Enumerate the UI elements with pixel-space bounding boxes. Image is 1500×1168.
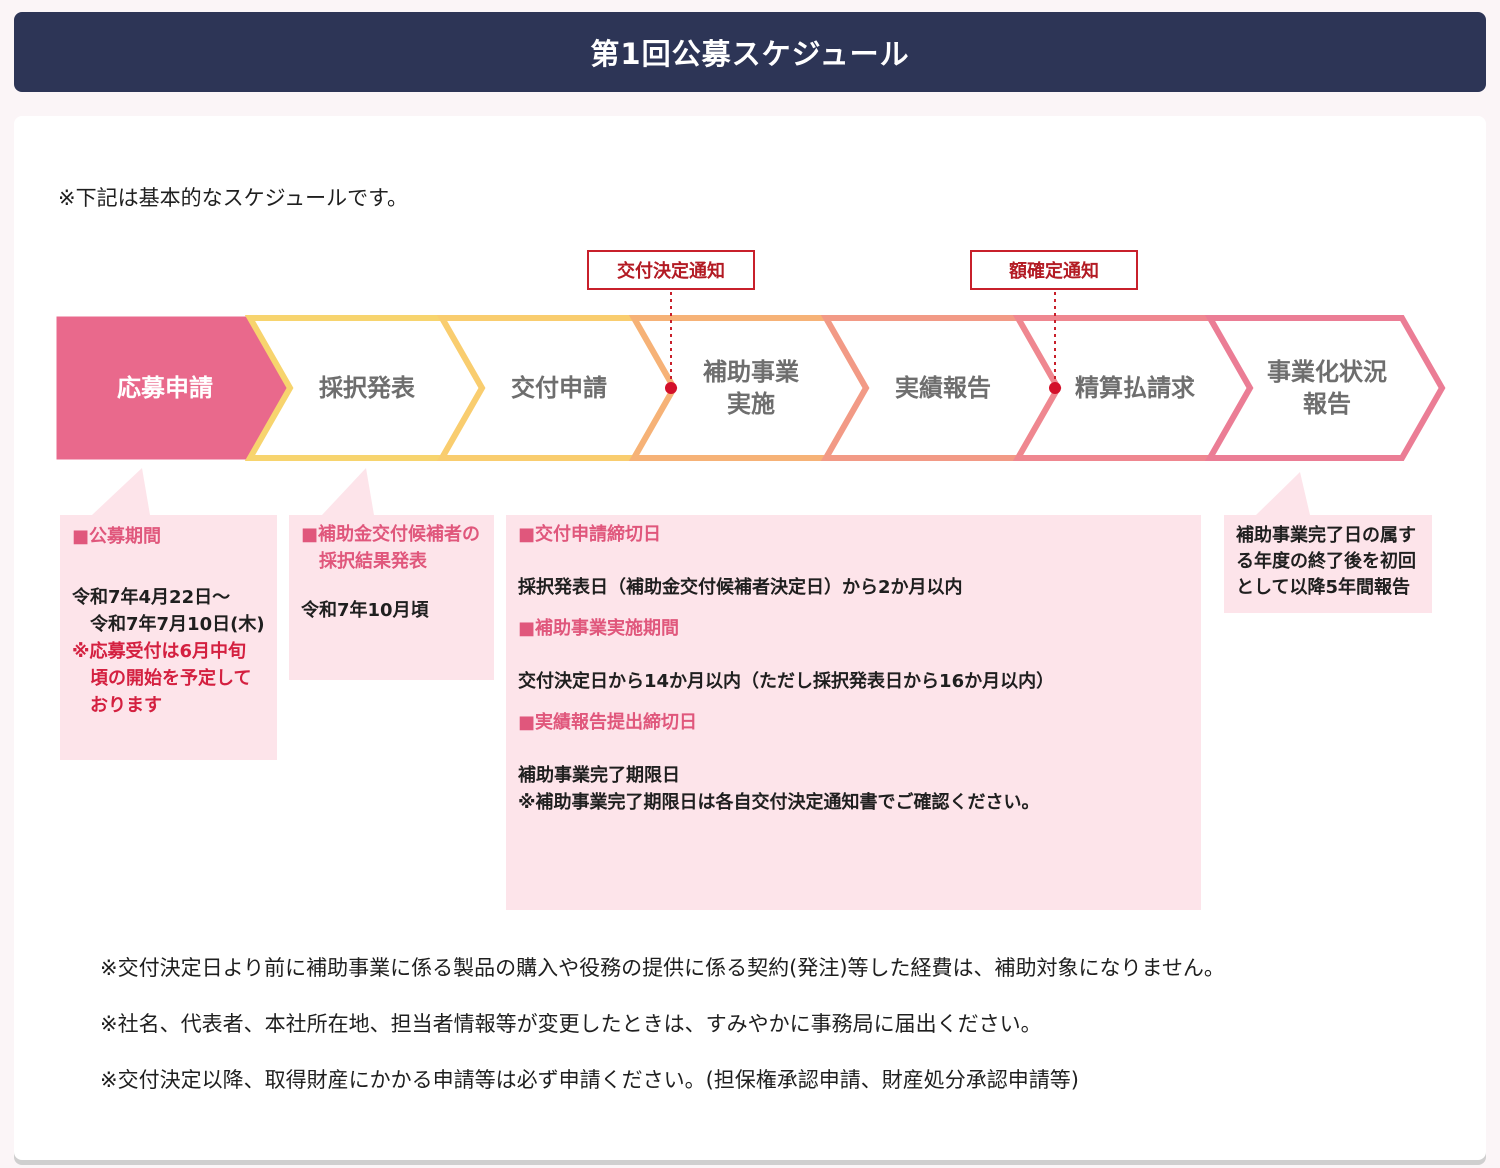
koufu-info-box: ■交付申請締切日 採択発表日（補助金交付候補者決定日）から2か月以内 ■補助事業… — [506, 515, 1201, 910]
step-label-hojo: 補助事業 実施 — [703, 357, 799, 418]
boshu-note-1: ※応募受付は6月中旬 — [72, 641, 247, 662]
boshu-note-3: おります — [90, 695, 162, 716]
koufu-shimekiri-text: 採択発表日（補助金交付候補者決定日）から2か月以内 — [518, 577, 963, 598]
boshu-date-start: 令和7年4月22日～ — [72, 587, 231, 608]
koufu-heading-shimekiri: ■交付申請締切日 — [518, 524, 662, 545]
saitaku-date: 令和7年10月頃 — [301, 600, 429, 621]
saitaku-box-pointer — [322, 468, 374, 515]
step-label-oubo: 応募申請 — [117, 373, 213, 402]
jisseki-text-2: ※補助事業完了期限日は各自交付決定通知書でご確認ください。 — [518, 792, 1040, 813]
footnote-3: ※交付決定以降、取得財産にかかる申請等は必ず申請ください。(担保権承認申請、財産… — [100, 1068, 1079, 1092]
jigyouka-text-2: る年度の終了後を初回 — [1236, 551, 1416, 573]
boshu-heading: ■公募期間 — [72, 526, 162, 547]
footnote-2: ※社名、代表者、本社所在地、担当者情報等が変更したときは、すみやかに事務局に届出… — [100, 1012, 1042, 1036]
hojo-jisshi-text: 交付決定日から14か月以内（ただし採択発表日から16か月以内） — [518, 671, 1055, 692]
boshu-note-2: 頃の開始を予定して — [90, 668, 252, 689]
hojo-jisshi-heading: ■補助事業実施期間 — [518, 618, 680, 639]
step-label-seisan: 精算払請求 — [1075, 373, 1195, 402]
boshu-date-end: 令和7年7月10日(木) — [90, 614, 265, 635]
footnote-1: ※交付決定日より前に補助事業に係る製品の購入や役務の提供に係る契約(発注)等した… — [100, 956, 1225, 980]
saitaku-heading-2: 採択結果発表 — [319, 551, 427, 572]
jisseki-text-1: 補助事業完了期限日 — [518, 765, 680, 786]
saitaku-info-box: ■補助金交付候補者の 採択結果発表 令和7年10月頃 — [289, 515, 494, 680]
jigyouka-info-box: 補助事業完了日の属す る年度の終了後を初回 として以降5年間報告 — [1224, 515, 1432, 613]
step-label-jisseki: 実績報告 — [895, 373, 991, 402]
step-label-jigyouka: 事業化状況 報告 — [1267, 357, 1387, 418]
step-label-saitaku: 採択発表 — [319, 373, 415, 402]
boshu-info-box: ■公募期間 令和7年4月22日～ 令和7年7月10日(木) ※応募受付は6月中旬… — [60, 515, 277, 760]
jigyouka-box-pointer — [1256, 472, 1310, 515]
jigyouka-text-1: 補助事業完了日の属す — [1236, 525, 1416, 546]
saitaku-heading-1: ■補助金交付候補者の — [301, 524, 481, 545]
jisseki-heading: ■実績報告提出締切日 — [518, 712, 698, 733]
jigyouka-text-3: として以降5年間報告 — [1236, 577, 1410, 599]
boshu-box-pointer — [92, 468, 150, 515]
step-label-koufu: 交付申請 — [511, 373, 607, 402]
